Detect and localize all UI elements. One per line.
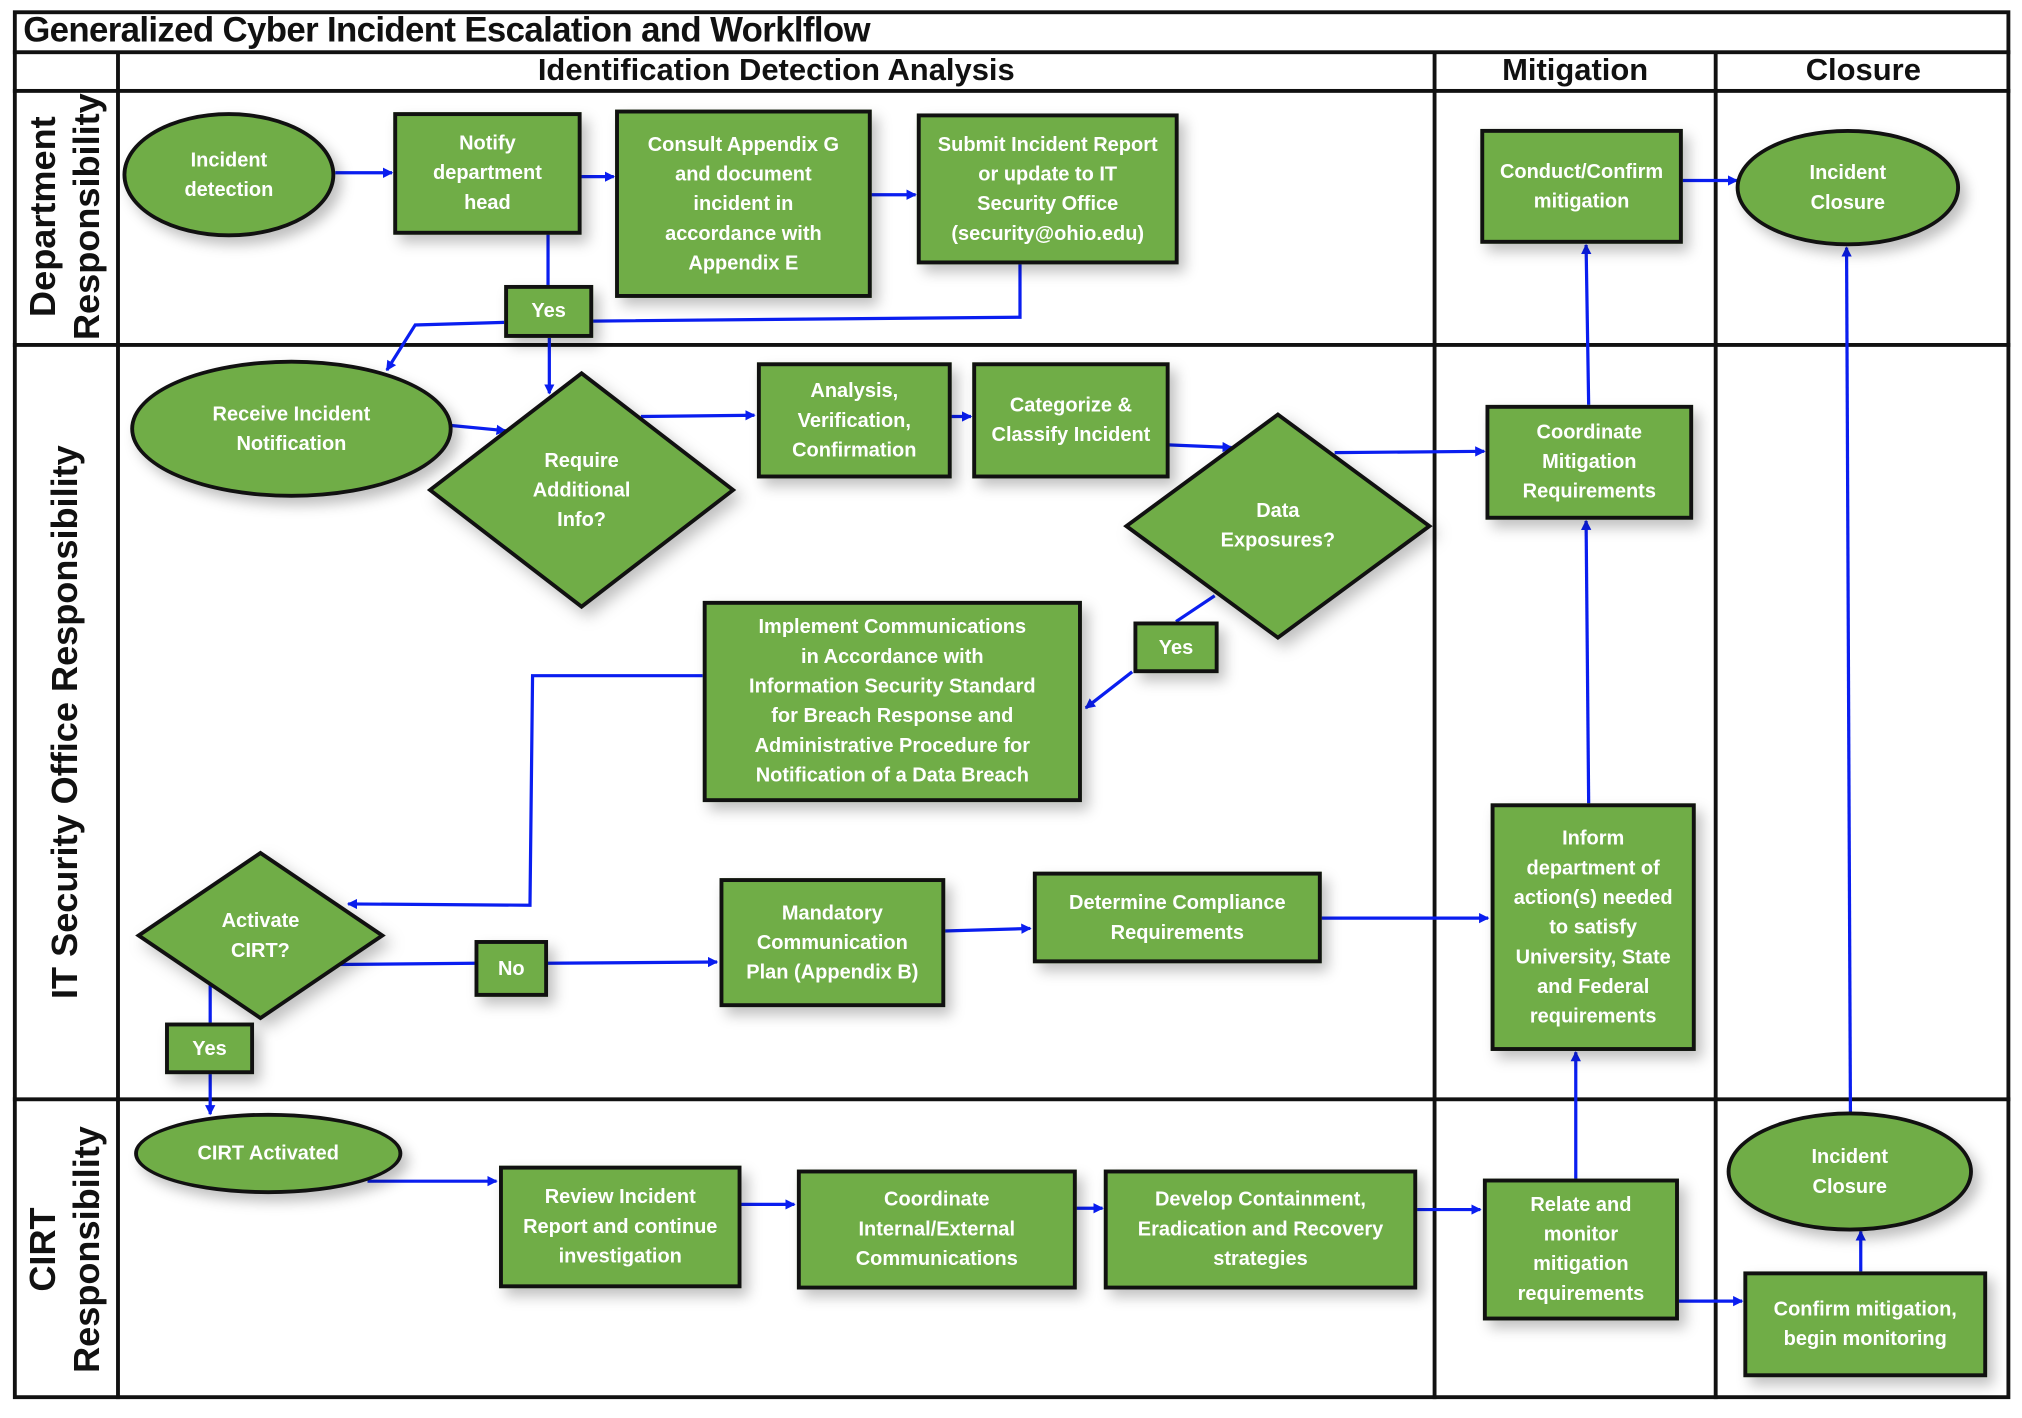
- decision-label: Data Exposures?: [1220, 500, 1336, 552]
- yes-label: Yes: [504, 284, 594, 338]
- incident-detection-node: Incident detection: [122, 112, 336, 238]
- incident-closure-bottom-node: Incident Closure: [1726, 1111, 1973, 1232]
- row-label: CIRT Responsibility: [23, 1126, 108, 1373]
- row-it-security: IT Security Office Responsibility: [15, 347, 116, 1097]
- review-report-node: Review Incident Report and continue inve…: [499, 1165, 742, 1289]
- activate-cirt-decision: Activate CIRT?: [135, 850, 386, 1021]
- decision-label: Require Additional Info?: [532, 449, 631, 531]
- inform-department-node: Inform department of action(s) needed to…: [1490, 803, 1696, 1051]
- mandatory-comm-node: Mandatory Communication Plan (Appendix B…: [719, 878, 946, 1008]
- decision-label: Activate CIRT?: [221, 909, 300, 962]
- divider: [12, 1097, 2011, 1102]
- flowchart: Generalized Cyber Incident Escalation an…: [0, 0, 2022, 1418]
- receive-notification-node: Receive Incident Notification: [130, 359, 453, 498]
- relate-monitor-node: Relate and monitor mitigation requiremen…: [1482, 1178, 1679, 1321]
- coordinate-mitigation-node: Coordinate Mitigation Requirements: [1485, 404, 1694, 520]
- divider: [116, 51, 120, 1400]
- row-cirt: CIRT Responsibility: [15, 1101, 116, 1398]
- notify-head-node: Notify department head: [393, 112, 582, 235]
- require-info-decision: Require Additional Info?: [426, 370, 737, 610]
- diagram-title: Generalized Cyber Incident Escalation an…: [23, 10, 870, 50]
- column-mitigation: Mitigation: [1502, 52, 1649, 88]
- yes-label: Yes: [165, 1022, 255, 1075]
- implement-comms-node: Implement Communications in Accordance w…: [702, 600, 1082, 803]
- row-label: Department Responsibility: [23, 93, 108, 341]
- yes-label: Yes: [1133, 621, 1219, 674]
- data-exposures-decision: Data Exposures?: [1123, 412, 1433, 641]
- divider: [1432, 51, 1437, 1400]
- divider: [1713, 51, 1718, 1400]
- submit-report-node: Submit Incident Report or update to IT S…: [916, 113, 1179, 265]
- coordinate-comms-node: Coordinate Internal/External Communicati…: [796, 1169, 1077, 1290]
- conduct-mitigation-node: Conduct/Confirm mitigation: [1480, 128, 1683, 244]
- cirt-activated-node: CIRT Activated: [134, 1112, 403, 1195]
- column-identification: Identification Detection Analysis: [537, 52, 1015, 88]
- confirm-monitoring-node: Confirm mitigation, begin monitoring: [1743, 1271, 1988, 1378]
- row-department: Department Responsibility: [15, 90, 116, 343]
- determine-compliance-node: Determine Compliance Requirements: [1032, 871, 1322, 964]
- column-closure: Closure: [1805, 52, 1921, 88]
- analysis-node: Analysis, Verification, Confirmation: [756, 362, 952, 479]
- divider: [12, 343, 2011, 347]
- row-label: IT Security Office Responsibility: [45, 445, 86, 999]
- incident-closure-top-node: Incident Closure: [1735, 128, 1961, 247]
- no-label: No: [474, 940, 549, 997]
- consult-appendix-node: Consult Appendix G and document incident…: [615, 109, 872, 298]
- develop-containment-node: Develop Containment, Eradication and Rec…: [1103, 1169, 1418, 1290]
